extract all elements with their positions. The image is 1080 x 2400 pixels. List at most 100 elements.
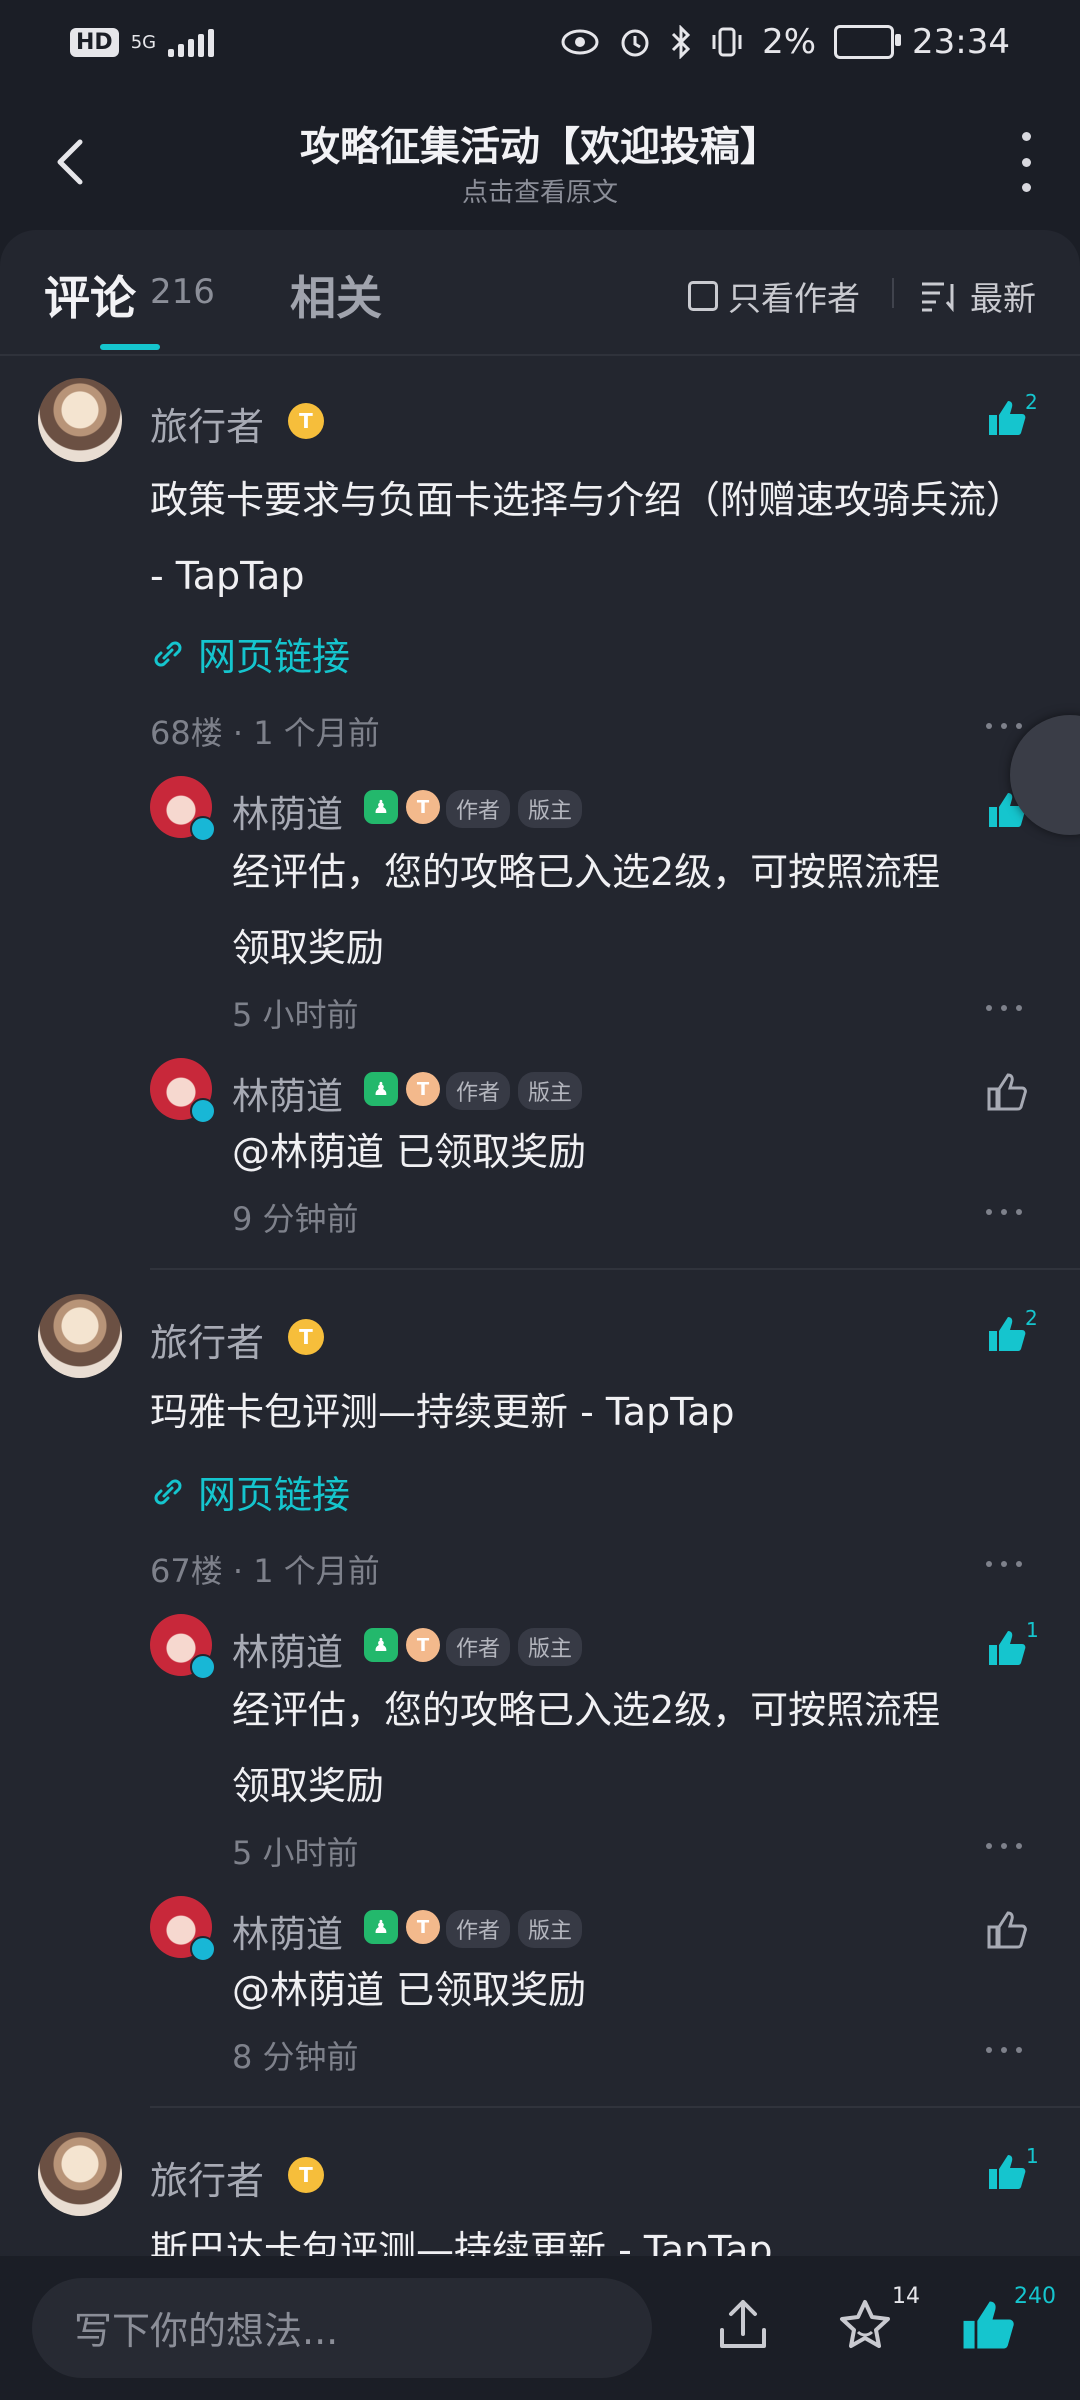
reply-meta: 5 小时前 — [232, 1834, 359, 1872]
verified-icon — [190, 816, 216, 842]
reply-text-line1: 经评估，您的攻略已入选2级，可按照流程 — [232, 850, 941, 894]
level-badge: T — [406, 790, 440, 824]
more-options-icon[interactable] — [1016, 132, 1036, 192]
web-link-label: 网页链接 — [198, 1473, 351, 1517]
page-title[interactable]: 攻略征集活动【欢迎投稿】 — [0, 114, 1080, 172]
reply-text: @林荫道 已领取奖励 — [232, 1968, 587, 2012]
author-only-checkbox[interactable] — [688, 281, 718, 311]
reply-text-line2: 领取奖励 — [232, 1764, 385, 1808]
avatar[interactable] — [38, 2132, 122, 2216]
like-outline-icon[interactable] — [985, 1072, 1027, 1112]
reply-author[interactable]: 林荫道 — [232, 1904, 343, 1958]
web-link-label: 网页链接 — [198, 635, 351, 679]
level-badge: T — [288, 403, 324, 439]
hd-indicator: HD — [70, 28, 119, 57]
moderator-tag: 版主 — [518, 1910, 583, 1948]
avatar[interactable] — [38, 378, 122, 462]
comments-count: 216 — [150, 272, 215, 312]
sort-icon — [922, 282, 954, 312]
reply-author[interactable]: 林荫道 — [232, 1066, 343, 1120]
more-dots-icon[interactable] — [986, 1209, 1022, 1217]
more-dots-icon[interactable] — [986, 1005, 1022, 1013]
author-tag: 作者 — [446, 1072, 511, 1110]
sort-latest-button[interactable]: 最新 — [920, 272, 1036, 320]
network-type: 5G — [130, 31, 157, 53]
author-tag: 作者 — [446, 1628, 511, 1666]
alarm-icon — [621, 29, 649, 57]
bluetooth-icon — [672, 25, 691, 59]
web-link[interactable]: 网页链接 — [150, 1464, 350, 1519]
battery-percent: 2% — [762, 22, 817, 62]
level-badge: T — [288, 1319, 324, 1355]
moderator-tag: 版主 — [518, 790, 583, 828]
like-count: 1 — [1026, 1618, 1039, 1642]
more-dots-icon[interactable] — [986, 2047, 1022, 2055]
more-dots-icon[interactable] — [986, 723, 1022, 731]
eye-icon — [561, 29, 599, 55]
reply-avatar[interactable] — [150, 1614, 216, 1680]
author-only-filter[interactable]: 只看作者 — [688, 272, 860, 320]
comment-meta: 68楼 · 1 个月前 — [150, 714, 380, 752]
moderator-tag: 版主 — [518, 1628, 583, 1666]
like-count: 2 — [1025, 1306, 1038, 1330]
developer-badge-icon: ♟ — [364, 1072, 398, 1106]
verified-icon — [190, 1654, 216, 1680]
author-tag: 作者 — [446, 1910, 511, 1948]
view-original-link[interactable]: 点击查看原文 — [0, 172, 1080, 209]
level-badge: T — [406, 1910, 440, 1944]
like-icon[interactable] — [985, 398, 1027, 438]
comment-author[interactable]: 旅行者 — [150, 1312, 264, 1367]
reply-avatar[interactable] — [150, 1058, 216, 1124]
share-icon[interactable] — [714, 2296, 772, 2354]
reply-author[interactable]: 林荫道 — [232, 1622, 343, 1676]
reply-avatar[interactable] — [150, 776, 216, 842]
verified-icon — [190, 1098, 216, 1124]
reply-author[interactable]: 林荫道 — [232, 784, 343, 838]
like-large-icon[interactable] — [958, 2296, 1016, 2354]
reply-meta: 9 分钟前 — [232, 1200, 359, 1238]
favorite-star-icon[interactable] — [836, 2296, 894, 2354]
comment-meta: 67楼 · 1 个月前 — [150, 1552, 380, 1590]
signal-icon — [168, 28, 215, 57]
author-tag: 作者 — [446, 790, 511, 828]
comment-input-placeholder[interactable]: 写下你的想法... — [74, 2300, 338, 2355]
tab-related[interactable]: 相关 — [290, 262, 382, 328]
verified-icon — [190, 1936, 216, 1962]
link-icon — [154, 1479, 182, 1504]
battery-icon — [834, 25, 902, 59]
reply-meta: 8 分钟前 — [232, 2038, 359, 2076]
like-icon[interactable] — [985, 2152, 1027, 2192]
reply-text-line2: 领取奖励 — [232, 926, 385, 970]
web-link[interactable]: 网页链接 — [150, 626, 350, 681]
level-badge: T — [406, 1072, 440, 1106]
header-bar: 攻略征集活动【欢迎投稿】 点击查看原文 — [0, 92, 1080, 232]
like-outline-icon[interactable] — [985, 1910, 1027, 1950]
comment-author[interactable]: 旅行者 — [150, 2150, 264, 2205]
like-icon[interactable] — [985, 1628, 1027, 1668]
comment-author[interactable]: 旅行者 — [150, 396, 264, 451]
comment-text: 玛雅卡包评测—持续更新 - TapTap — [150, 1390, 735, 1434]
link-icon — [154, 641, 182, 666]
level-badge: T — [288, 2157, 324, 2193]
reply-avatar[interactable] — [150, 1896, 216, 1962]
comment-separator — [150, 1268, 1080, 1270]
tab-comments[interactable]: 评论 — [44, 262, 136, 328]
more-dots-icon[interactable] — [986, 1843, 1022, 1851]
likes-count: 240 — [1014, 2284, 1056, 2309]
reply-text-line1: 经评估，您的攻略已入选2级，可按照流程 — [232, 1688, 941, 1732]
reply-text: @林荫道 已领取奖励 — [232, 1130, 587, 1174]
comment-text: 政策卡要求与负面卡选择与介绍（附赠速攻骑兵流） - TapTap — [150, 478, 1025, 598]
like-count: 2 — [1025, 390, 1038, 414]
filter-divider — [892, 278, 894, 308]
like-icon[interactable] — [985, 1314, 1027, 1354]
status-bar: HD 5G 2% 23:34 — [0, 0, 1080, 92]
active-tab-indicator — [100, 344, 160, 350]
like-count: 1 — [1026, 2144, 1039, 2168]
more-dots-icon[interactable] — [986, 1561, 1022, 1569]
vibrate-icon — [712, 27, 742, 57]
avatar[interactable] — [38, 1294, 122, 1378]
sort-label: 最新 — [970, 279, 1036, 318]
level-badge: T — [406, 1628, 440, 1662]
clock-time: 23:34 — [912, 22, 1010, 62]
reply-meta: 5 小时前 — [232, 996, 359, 1034]
